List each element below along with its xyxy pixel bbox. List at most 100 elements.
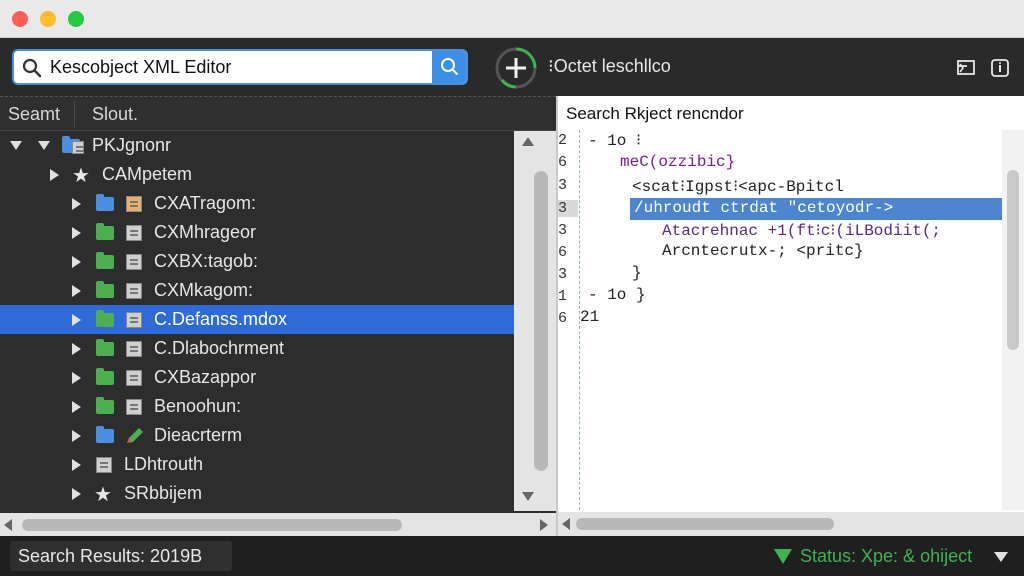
star-icon: ★: [94, 484, 112, 506]
disclosure-right-icon[interactable]: [72, 343, 81, 355]
tree-row[interactable]: CXMhrageor: [0, 218, 514, 247]
disclosure-down-icon[interactable]: [38, 141, 50, 150]
tree-item-label: C.Dlabochrment: [154, 338, 285, 358]
tree-row[interactable]: CXBazappor: [0, 363, 514, 392]
doc-icon: [96, 457, 112, 473]
disclosure-right-icon[interactable]: [72, 285, 81, 297]
browser-header: Seamt Slout.: [0, 97, 556, 131]
tree-item-label: SRbbijem: [124, 483, 203, 503]
tree-row[interactable]: CXATragom:: [0, 189, 514, 218]
tree-row-selected[interactable]: C.Defanss.mdox: [0, 305, 514, 334]
code-line: 21: [580, 308, 600, 326]
tree-item-label: Dieacrterm: [154, 425, 243, 445]
editor-title: Search Rkject rencndor: [566, 104, 744, 123]
tree-horizontal-scrollbar[interactable]: [0, 513, 556, 537]
doc-icon: [126, 312, 142, 328]
line-number: 6: [558, 154, 568, 171]
tree-item-label: C.Defanss.mdox: [154, 309, 288, 329]
tree-item-label: CAMpetem: [102, 164, 193, 184]
scroll-left-icon[interactable]: [562, 518, 570, 530]
disclosure-right-icon[interactable]: [72, 401, 81, 413]
folder-icon: [96, 310, 114, 327]
disclosure-right-icon[interactable]: [50, 169, 59, 181]
scroll-thumb[interactable]: [1007, 170, 1019, 350]
tree-item-label: CXBX:tagob:: [154, 251, 259, 271]
tree-row[interactable]: ★ SRbbijem: [0, 479, 514, 508]
doc-icon: [126, 341, 142, 357]
chevron-down-icon[interactable]: [994, 552, 1008, 562]
disclosure-down-icon[interactable]: [10, 141, 22, 150]
scroll-thumb[interactable]: [576, 518, 834, 530]
disclosure-right-icon[interactable]: [72, 459, 81, 471]
folder-icon: [96, 426, 114, 443]
line-number: 3: [558, 222, 568, 239]
doc-icon: [126, 370, 142, 386]
tree-row[interactable]: LDhtrouth: [0, 450, 514, 479]
code-line: <scat⁝Igpst⁝<apc-Bpitcl: [632, 178, 844, 196]
disclosure-right-icon[interactable]: [72, 314, 81, 326]
line-number: 6: [558, 310, 568, 327]
sidebar-toggle-icon[interactable]: [956, 58, 976, 78]
header-divider: [74, 101, 75, 127]
line-number: 6: [558, 244, 568, 261]
folder-icon: [96, 223, 114, 240]
scroll-down-icon[interactable]: [522, 492, 534, 501]
search-input[interactable]: [50, 51, 434, 83]
pencil-icon: [127, 428, 143, 443]
scroll-thumb[interactable]: [534, 171, 548, 471]
add-object-button[interactable]: [494, 46, 538, 90]
disclosure-right-icon[interactable]: [72, 227, 81, 239]
disclosure-right-icon[interactable]: [72, 198, 81, 210]
tab-search[interactable]: Seamt: [8, 104, 60, 125]
folder-icon: [96, 281, 114, 298]
disclosure-right-icon[interactable]: [72, 372, 81, 384]
info-icon[interactable]: [990, 58, 1010, 78]
scroll-right-icon[interactable]: [540, 519, 548, 531]
scroll-up-icon[interactable]: [522, 137, 534, 146]
disclosure-right-icon[interactable]: [72, 488, 81, 500]
editor-horizontal-scrollbar[interactable]: [558, 512, 1024, 536]
disclosure-right-icon[interactable]: [72, 430, 81, 442]
app-window: ⁝Octet leschllco Seamt Slout. PKJgnonr: [0, 0, 1024, 576]
folder-icon: [96, 368, 114, 385]
close-window-button[interactable]: [12, 11, 28, 27]
tree-row[interactable]: PKJgnonr: [0, 131, 514, 160]
tree-vertical-scrollbar[interactable]: [514, 131, 556, 511]
code-line: - 1o ⁝: [588, 132, 642, 150]
zoom-window-button[interactable]: [68, 11, 84, 27]
tree-item-label: PKJgnonr: [92, 135, 172, 155]
tree-item-label: CXMkagom:: [154, 280, 254, 300]
folder-icon: [96, 339, 114, 356]
folder-icon: [96, 252, 114, 269]
minimize-window-button[interactable]: [40, 11, 56, 27]
status-text: Status: Xpe: & ohiject: [800, 546, 973, 566]
add-object-label: ⁝Octet leschllco: [548, 56, 671, 76]
doc-icon: [126, 254, 142, 270]
tree-row[interactable]: Dieacrterm: [0, 421, 514, 450]
tree-item-label: Benoohun:: [154, 396, 242, 416]
line-number: 3: [558, 177, 568, 194]
tree-row[interactable]: ★ CAMpetem: [0, 160, 514, 189]
tree-row[interactable]: C.Dlabochrment: [0, 334, 514, 363]
line-number: 3: [558, 200, 578, 217]
editor-vertical-scrollbar[interactable]: [1002, 130, 1024, 510]
tree-row[interactable]: CXBX:tagob:: [0, 247, 514, 276]
tab-sort[interactable]: Slout.: [92, 104, 138, 125]
object-tree: PKJgnonr ★ CAMpetem CXATragom: CXMhrageo…: [0, 131, 514, 511]
tree-item-label: LDhtrouth: [124, 454, 204, 474]
scroll-left-icon[interactable]: [4, 519, 12, 531]
search-go-button[interactable]: [432, 51, 466, 83]
object-browser-panel: Seamt Slout. PKJgnonr ★ CAMpetem CXATrag…: [0, 96, 556, 537]
line-number: 2: [558, 132, 568, 149]
status-indicator-icon: [774, 549, 792, 564]
code-line: Atacrehnac +1(ft⁝c⁝(iLBodiit(;: [662, 222, 942, 240]
tree-item-label: CXATragom:: [154, 193, 257, 213]
tree-row[interactable]: CXMkagom:: [0, 276, 514, 305]
disclosure-right-icon[interactable]: [72, 256, 81, 268]
xml-editor-panel: Search Rkject rencndor 2 6 3 3 3 6 3 1 6…: [556, 96, 1024, 536]
scroll-thumb[interactable]: [22, 519, 402, 531]
code-line: }: [632, 264, 642, 282]
code-line: /uhroudt ctrdat "cetoyodr->: [634, 199, 894, 217]
doc-icon: [72, 141, 84, 154]
tree-row[interactable]: Benoohun:: [0, 392, 514, 421]
